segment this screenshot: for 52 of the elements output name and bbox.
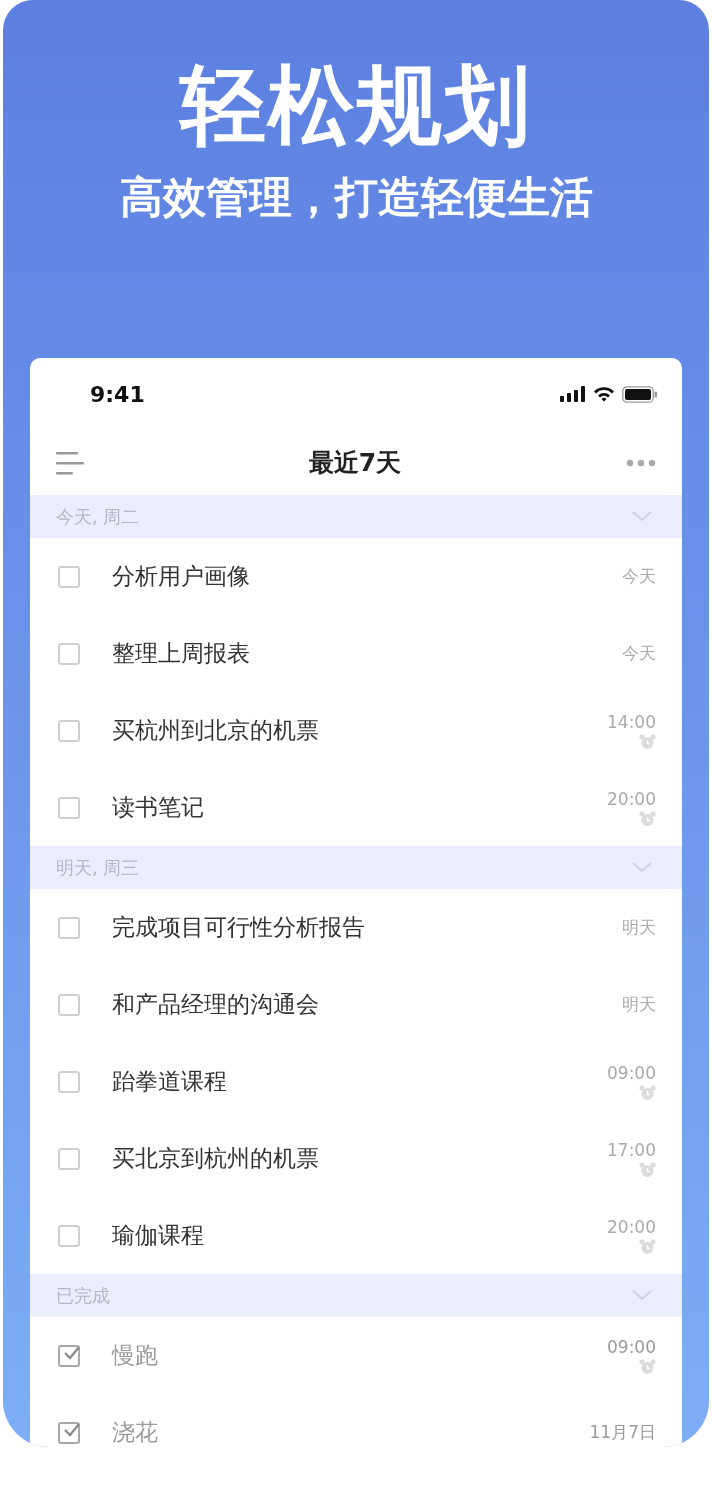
due-label: 20:00 — [607, 1216, 656, 1237]
section-label: 今天, 周二 — [56, 504, 140, 529]
chevron-down-icon — [632, 511, 652, 522]
alarm-clock-icon — [639, 1084, 656, 1101]
task-title[interactable]: 整理上周报表 — [112, 638, 622, 669]
subtitle: 高效管理，打造轻便生活 — [119, 171, 593, 224]
due-label: 明天 — [622, 916, 656, 939]
screen-title: 最近7天 — [308, 447, 402, 479]
alarm-clock-icon — [639, 1238, 656, 1255]
alarm-clock-icon — [639, 1358, 656, 1375]
checkbox[interactable] — [58, 1070, 80, 1093]
due-label: 14:00 — [607, 711, 656, 732]
checkbox[interactable] — [58, 916, 80, 939]
more-icon[interactable] — [626, 458, 656, 467]
alarm-clock-icon — [639, 1161, 656, 1178]
checkbox[interactable] — [58, 642, 80, 665]
due-label: 17:00 — [607, 1139, 656, 1160]
checkbox[interactable] — [58, 565, 80, 588]
checkbox[interactable] — [58, 796, 80, 819]
section-label: 明天, 周三 — [56, 855, 140, 880]
chevron-down-icon — [632, 862, 652, 873]
task-title[interactable]: 分析用户画像 — [112, 561, 622, 592]
alarm-clock-icon — [639, 733, 656, 750]
due-label: 09:00 — [607, 1336, 656, 1357]
checkbox[interactable] — [58, 1344, 80, 1367]
menu-icon[interactable] — [56, 450, 84, 475]
task-title[interactable]: 完成项目可行性分析报告 — [112, 912, 622, 943]
task-title[interactable]: 和产品经理的沟通会 — [112, 989, 622, 1020]
headline: 轻松规划 — [180, 55, 532, 155]
due-label: 明天 — [622, 993, 656, 1016]
battery-icon — [622, 385, 658, 403]
due-label: 20:00 — [607, 788, 656, 809]
signal-icon — [560, 386, 586, 402]
section-label: 已完成 — [56, 1283, 110, 1308]
due-label: 今天 — [622, 565, 656, 588]
task-title[interactable]: 读书笔记 — [112, 792, 607, 823]
task-title[interactable]: 瑜伽课程 — [112, 1220, 607, 1251]
checkbox[interactable] — [58, 719, 80, 742]
checkbox[interactable] — [58, 1224, 80, 1247]
due-label: 11月7日 — [589, 1421, 656, 1444]
checkbox[interactable] — [58, 1147, 80, 1170]
wifi-icon — [593, 386, 615, 402]
task-title[interactable]: 买杭州到北京的机票 — [112, 715, 607, 746]
task-title[interactable]: 买北京到杭州的机票 — [112, 1143, 607, 1174]
status-time: 9:41 — [90, 381, 145, 407]
alarm-clock-icon — [639, 810, 656, 827]
task-title[interactable]: 跆拳道课程 — [112, 1066, 607, 1097]
due-label: 09:00 — [607, 1062, 656, 1083]
checkbox[interactable] — [58, 993, 80, 1016]
due-label: 今天 — [622, 642, 656, 665]
chevron-down-icon — [632, 1290, 652, 1301]
checkbox[interactable] — [58, 1421, 80, 1444]
